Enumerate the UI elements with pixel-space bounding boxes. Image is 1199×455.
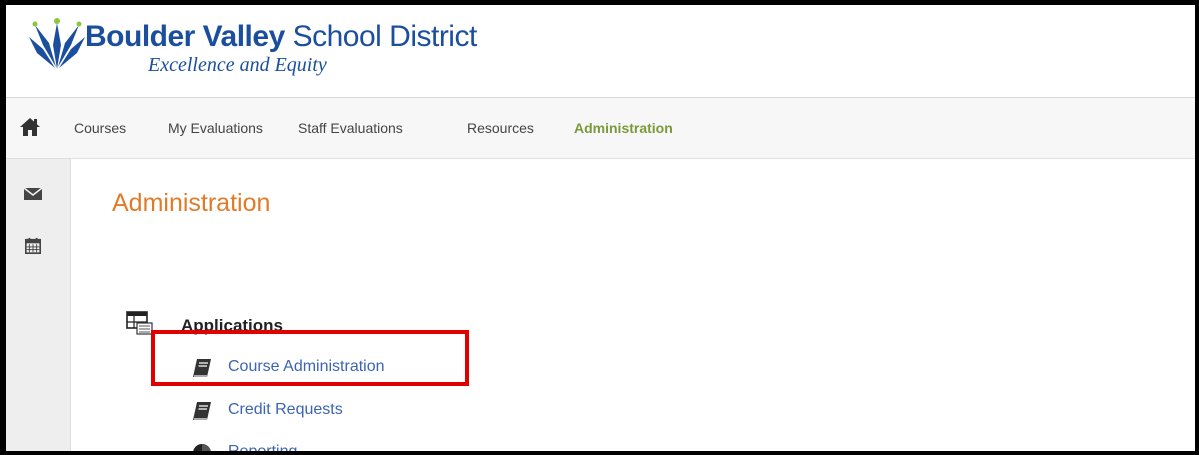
brand-bold-text: Boulder Valley [85,20,285,53]
left-sidebar [6,159,71,451]
nav-my-evaluations[interactable]: My Evaluations [168,120,263,136]
applications-heading: Applications [181,316,284,335]
book-icon [193,359,211,377]
district-logo-icon [29,18,85,69]
applications-table-icon [126,311,153,335]
nav-courses[interactable]: Courses [74,120,126,136]
book-icon [193,402,211,420]
home-icon[interactable] [19,117,41,137]
reporting-label[interactable]: Reporting [228,443,297,451]
page-title: Administration [112,189,271,217]
calendar-icon[interactable] [23,237,43,255]
nav-staff-evaluations[interactable]: Staff Evaluations [298,120,403,136]
nav-resources[interactable]: Resources [467,120,534,136]
envelope-icon[interactable] [23,185,43,203]
district-tagline: Excellence and Equity [148,54,327,76]
pie-chart-icon [193,444,211,451]
district-name[interactable]: Boulder Valley School District [85,20,477,54]
credit-requests-label[interactable]: Credit Requests [228,401,343,419]
nav-administration[interactable]: Administration [574,120,673,136]
app-window: Boulder Valley School District Excellenc… [6,5,1195,451]
brand-rest-text: School District [284,20,478,53]
site-header: Boulder Valley School District Excellenc… [6,5,1195,98]
course-administration-label[interactable]: Course Administration [228,358,385,376]
main-nav: Courses My Evaluations Staff Evaluations… [6,98,1195,159]
